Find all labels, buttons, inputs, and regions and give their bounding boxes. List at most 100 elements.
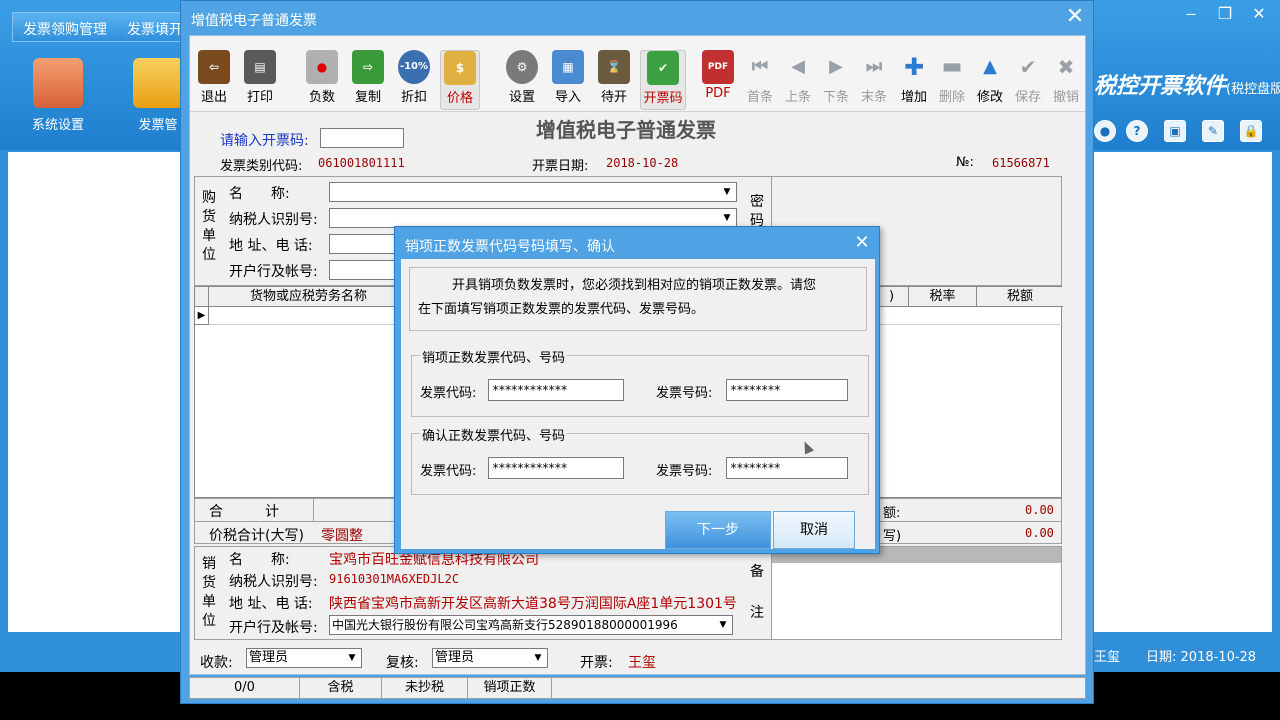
buyer-name-input[interactable]: ▼ bbox=[329, 182, 737, 202]
status-count: 0/0 bbox=[190, 678, 300, 698]
dialog-title: 销项正数发票代码号码填写、确认 bbox=[405, 239, 615, 255]
folder-minus-icon: ● bbox=[306, 50, 338, 84]
import-grid-icon: ▦ bbox=[552, 50, 584, 84]
sum-label: 合 计 bbox=[209, 504, 279, 520]
confirm-number-label: 发票号码: bbox=[656, 464, 713, 479]
globe-icon[interactable]: ● bbox=[1094, 120, 1116, 142]
positive-invoice-dialog: 销项正数发票代码号码填写、确认 ✕ 开具销项负数发票时，您必须找到相对应的销项正… bbox=[394, 226, 880, 554]
discount-button[interactable]: -10% 折扣 bbox=[394, 50, 434, 110]
grid-row-marker[interactable]: ▶ bbox=[195, 307, 209, 325]
undo-label: 撤销 bbox=[1052, 90, 1079, 105]
buyer-side-char: 位 bbox=[202, 247, 216, 263]
exit-label: 退出 bbox=[200, 90, 227, 105]
checkmark-icon: ✔ bbox=[1019, 55, 1037, 79]
reviewer-select[interactable]: 管理员 ▼ bbox=[432, 648, 548, 668]
invoice-no-label: №: bbox=[956, 155, 974, 170]
invoice-toolbar: ⇦ 退出 ▤ 打印 ● 负数 ⇨ 复制 -10% 折扣 $ 价格 ⚙ 设置 ▦ 导入 ⌛ 待开 ✔… bbox=[190, 36, 1085, 112]
dialog-message-line2: 在下面填写销项正数发票的发票代码、发票号码。 bbox=[418, 302, 705, 317]
restore-button[interactable]: ❐ bbox=[1212, 3, 1238, 25]
copy-button[interactable]: ⇨ 复制 bbox=[348, 50, 388, 110]
settings-button[interactable]: ⚙ 设置 bbox=[502, 50, 542, 110]
grid-header-tax-amount: 税额 bbox=[977, 287, 1063, 307]
reviewer-label: 复核: bbox=[386, 655, 419, 671]
seller-side-char: 单 bbox=[202, 594, 216, 610]
dialog-close-button[interactable]: ✕ bbox=[849, 230, 875, 256]
save-button[interactable]: ✔ 保存 bbox=[1008, 50, 1048, 110]
next-record-button[interactable]: ▶ 下条 bbox=[816, 50, 856, 110]
payee-label: 收款: bbox=[200, 655, 233, 671]
quick-icon-row: ● ? ▣ ✎ 🔒 bbox=[1094, 116, 1280, 144]
prev-record-label: 上条 bbox=[784, 90, 811, 105]
invoice-code-input[interactable]: ************ bbox=[488, 379, 624, 401]
status-date: 日期: 2018-10-28 bbox=[1146, 646, 1256, 665]
window-icon[interactable]: ▣ bbox=[1164, 120, 1186, 142]
key-icon[interactable]: ✎ bbox=[1202, 120, 1224, 142]
cancel-button[interactable]: 取消 bbox=[773, 511, 855, 549]
drawer-value: 王玺 bbox=[628, 655, 656, 671]
delete-button[interactable]: ▬ 删除 bbox=[932, 50, 972, 110]
tile-label: 系统设置 bbox=[31, 118, 84, 133]
negative-button[interactable]: ● 负数 bbox=[302, 50, 342, 110]
price-tag-icon: $ bbox=[444, 51, 476, 85]
modify-button[interactable]: ▲ 修改 bbox=[970, 50, 1010, 110]
brand-title-text: 税控开票软件 bbox=[1094, 74, 1227, 99]
discount-icon: -10% bbox=[398, 50, 430, 84]
main-close-button[interactable]: ✕ bbox=[1246, 3, 1272, 25]
first-record-button[interactable]: ⏮ 首条 bbox=[740, 50, 780, 110]
main-window-controls: ‒ ❐ ✕ bbox=[1176, 0, 1280, 28]
invoice-number-input[interactable]: ******** bbox=[726, 379, 848, 401]
buyer-tax-id-input[interactable]: ▼ bbox=[329, 208, 737, 228]
chevron-down-icon[interactable]: ▼ bbox=[343, 649, 361, 667]
issue-code-label: 开票码 bbox=[643, 91, 683, 106]
pending-button[interactable]: ⌛ 待开 bbox=[594, 50, 634, 110]
issue-code-button[interactable]: ✔ 开票码 bbox=[640, 50, 686, 110]
last-record-button[interactable]: ⏭ 末条 bbox=[854, 50, 894, 110]
chevron-down-icon[interactable]: ▼ bbox=[718, 183, 736, 201]
seller-bank-label: 开户行及帐号: bbox=[229, 620, 318, 636]
pdf-label: PDF bbox=[705, 86, 731, 101]
menu-item-invoice-fill[interactable]: 发票填开 bbox=[127, 19, 183, 39]
add-button[interactable]: ✚ 增加 bbox=[894, 50, 934, 110]
code-prompt-label: 请输入开票码: bbox=[220, 133, 309, 149]
chevron-down-icon[interactable]: ▼ bbox=[714, 616, 732, 634]
pdf-button[interactable]: PDF PDF bbox=[698, 50, 738, 110]
exit-button[interactable]: ⇦ 退出 bbox=[194, 50, 234, 110]
remark-textarea[interactable] bbox=[771, 547, 1061, 639]
grid-row-header-corner bbox=[195, 287, 209, 307]
price-button[interactable]: $ 价格 bbox=[440, 50, 480, 110]
confirm-invoice-code-input[interactable]: ************ bbox=[488, 457, 624, 479]
settings-label: 设置 bbox=[508, 90, 535, 105]
menu-item-invoice-purchase[interactable]: 发票领购管理 bbox=[23, 19, 107, 39]
import-label: 导入 bbox=[554, 90, 581, 105]
issue-code-input[interactable] bbox=[320, 128, 404, 148]
date-label: 开票日期: bbox=[532, 159, 589, 174]
invoice-close-button[interactable]: ✕ bbox=[1063, 5, 1087, 29]
prev-record-button[interactable]: ◀ 上条 bbox=[778, 50, 818, 110]
exit-icon: ⇦ bbox=[198, 50, 230, 84]
status-tax-included: 含税 bbox=[300, 678, 382, 698]
chevron-down-icon[interactable]: ▼ bbox=[529, 649, 547, 667]
undo-button[interactable]: ✖ 撤销 bbox=[1046, 50, 1086, 110]
copy-label: 复制 bbox=[354, 90, 381, 105]
chevron-down-icon[interactable]: ▼ bbox=[718, 209, 736, 227]
total-label: 价税合计(大写) bbox=[209, 528, 304, 544]
minimize-button[interactable]: ‒ bbox=[1178, 3, 1204, 25]
drawer-label: 开票: bbox=[580, 655, 613, 671]
tile-system-settings[interactable]: 系统设置 bbox=[18, 52, 98, 142]
confirm-invoice-number-input[interactable]: ******** bbox=[726, 457, 848, 479]
seller-bank-select[interactable]: 中国光大银行股份有限公司宝鸡高新支行52890188000001996 ▼ bbox=[329, 615, 733, 635]
import-button[interactable]: ▦ 导入 bbox=[548, 50, 588, 110]
sum-amount: 0.00 bbox=[1025, 503, 1054, 517]
grid-header-tax-rate: 税率 bbox=[909, 287, 977, 307]
lock-icon[interactable]: 🔒 bbox=[1240, 120, 1262, 142]
help-icon[interactable]: ? bbox=[1126, 120, 1148, 142]
payee-select[interactable]: 管理员 ▼ bbox=[246, 648, 362, 668]
print-button[interactable]: ▤ 打印 bbox=[240, 50, 280, 110]
invoice-status-bar: 0/0 含税 未抄税 销项正数 bbox=[189, 677, 1086, 699]
remark-char: 备 bbox=[750, 564, 764, 580]
next-step-button[interactable]: 下一步 bbox=[665, 511, 771, 549]
buyer-bank-label: 开户行及帐号: bbox=[229, 264, 318, 280]
invoice-window-title: 增值税电子普通发票 bbox=[191, 13, 317, 29]
grid-header-item-name: 货物或应税劳务名称 bbox=[209, 287, 409, 307]
